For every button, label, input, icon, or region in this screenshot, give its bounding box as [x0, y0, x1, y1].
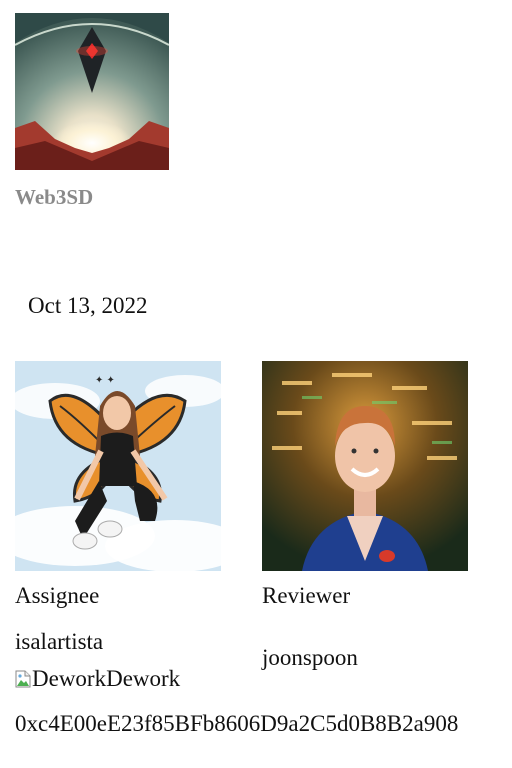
reviewer-username[interactable]: joonspoon [262, 645, 358, 671]
task-details-page: Web3SD Oct 13, 2022 ✦ ✦ Assignee isalart… [0, 0, 512, 768]
reviewer-card: Reviewer joonspoon [262, 361, 472, 670]
svg-text:✦ ✦: ✦ ✦ [95, 375, 115, 386]
assignee-card: ✦ ✦ Assignee isalartista [15, 361, 225, 654]
broken-image-icon [15, 670, 31, 688]
reviewer-label: Reviewer [262, 583, 351, 608]
dework-name: Dework [106, 666, 181, 691]
dework-link[interactable]: Dework Dework [15, 666, 180, 692]
assignee-label: Assignee [15, 583, 100, 608]
dework-alt-text: Dework [32, 666, 107, 691]
org-logo-icon[interactable] [15, 13, 169, 170]
assignee-username[interactable]: isalartista [15, 629, 103, 655]
task-date: Oct 13, 2022 [28, 293, 148, 318]
wallet-address: 0xc4E00eE23f85BFb8606D9a2C5d0B8B2a908 [15, 711, 459, 736]
assignee-avatar[interactable]: ✦ ✦ [15, 361, 221, 571]
reviewer-avatar[interactable] [262, 361, 468, 571]
org-name[interactable]: Web3SD [15, 185, 93, 210]
